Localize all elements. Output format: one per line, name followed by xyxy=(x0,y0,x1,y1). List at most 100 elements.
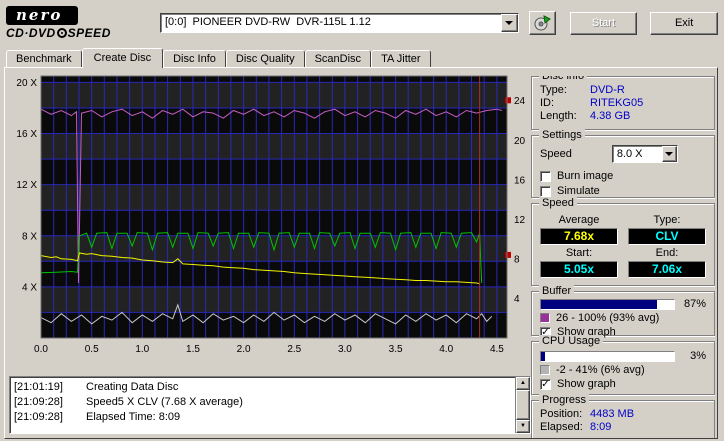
svg-text:4 X: 4 X xyxy=(22,282,37,293)
buffer-title: Buffer xyxy=(539,285,575,297)
info-value: 8:09 xyxy=(590,421,612,433)
progress-panel: Progress Position: 4483 MB Elapsed: 8:09 xyxy=(531,394,715,438)
log-line: [21:09:28] Elapsed Time: 8:09 xyxy=(14,410,513,425)
svg-text:3.5: 3.5 xyxy=(389,344,403,355)
info-value: 4483 MB xyxy=(590,408,635,420)
tab-create-disc[interactable]: Create Disc xyxy=(81,48,164,68)
start-label: Start: xyxy=(565,247,593,259)
log-text: Speed5 X CLV (7.68 X average) xyxy=(86,396,243,408)
side-panel: Disc info Type: DVD-R ID: RITEKG05 Length: 4.… xyxy=(531,76,715,438)
check-icon: ✓ xyxy=(541,379,550,390)
checkbox[interactable] xyxy=(540,186,551,197)
buffer-color-swatch xyxy=(540,313,550,323)
scrollbar-up-button[interactable]: ▲ xyxy=(516,377,530,390)
svg-text:4: 4 xyxy=(514,294,520,305)
type-label: Type: xyxy=(653,214,681,226)
svg-text:1.0: 1.0 xyxy=(135,344,149,355)
tab-disc-quality[interactable]: Disc Quality xyxy=(225,50,305,67)
cpu-color-swatch xyxy=(540,365,550,375)
speed-chart-svg: 20 X 16 X 12 X 8 X 4 X 24 20 16 12 8 4 0.0 0.5 1.0 1.5… xyxy=(16,75,526,355)
speed-type-display: CLV xyxy=(628,228,706,245)
svg-text:8 X: 8 X xyxy=(22,231,37,242)
eject-disc-button[interactable] xyxy=(528,11,556,35)
tab-scandisc[interactable]: ScanDisc xyxy=(304,50,372,67)
tab-benchmark[interactable]: Benchmark xyxy=(6,50,82,67)
end-label: End: xyxy=(655,247,679,259)
svg-text:20: 20 xyxy=(514,136,526,147)
logo-speed-text: SPEED xyxy=(67,26,111,40)
checkbox-row-burn-image[interactable]: Burn image xyxy=(540,169,706,184)
settings-title: Settings xyxy=(539,129,585,141)
chevron-down-icon xyxy=(505,21,514,29)
info-row: Elapsed: 8:09 xyxy=(540,421,706,434)
disc-tool-icon xyxy=(534,15,551,31)
chart-area: 20 X 16 X 12 X 8 X 4 X 24 20 16 12 8 4 0.0 0.5 1.0 1.5… xyxy=(7,70,537,368)
settings-checkboxes: Burn image Simulate xyxy=(540,169,706,199)
start-button[interactable]: Start xyxy=(569,11,638,35)
svg-text:24: 24 xyxy=(514,96,526,107)
cpu-usage-title: CPU Usage xyxy=(539,335,604,347)
cpu-show-graph-label: Show graph xyxy=(557,378,616,390)
speed-panel-title: Speed xyxy=(539,197,577,209)
drive-select-dropdown-button[interactable] xyxy=(500,14,518,32)
svg-text:0.0: 0.0 xyxy=(34,344,48,355)
cpu-percent: 3% xyxy=(690,350,706,362)
info-row: ID: RITEKG05 xyxy=(540,97,706,110)
info-key: Position: xyxy=(540,408,583,420)
cpu-usage-panel: CPU Usage 3% -2 - 41% (6% avg) ✓ Show gr… xyxy=(531,335,715,395)
cpu-range-label: -2 - 41% (6% avg) xyxy=(556,364,645,376)
speed-select-label: Speed xyxy=(540,148,572,160)
info-row: Length: 4.38 GB xyxy=(540,110,706,123)
info-row: Type: DVD-R xyxy=(540,84,706,97)
progress-rows: Position: 4483 MB Elapsed: 8:09 xyxy=(532,401,714,437)
info-key: ID: xyxy=(540,97,555,109)
scrollbar-thumb[interactable] xyxy=(516,390,530,420)
log-text: Creating Data Disc xyxy=(86,381,179,393)
cpu-progress-bar xyxy=(540,350,675,362)
speed-select-value: 8.0 X xyxy=(616,148,643,160)
log-box: [21:01:19] Creating Data Disc [21:09:28] Sp… xyxy=(9,376,531,434)
buffer-progress-bar xyxy=(540,298,675,310)
logo-cd-dvd-text: CD·DVD xyxy=(6,26,56,40)
tab-bar: Benchmark Create Disc Disc Info Disc Qualit… xyxy=(6,47,431,68)
progress-title: Progress xyxy=(539,394,590,406)
speed-select-dropdown-button[interactable] xyxy=(661,146,677,162)
drive-select[interactable]: [0:0] PIONEER DVD-RW DVR-115L 1.12 xyxy=(160,13,519,33)
log-timestamp: [21:01:19] xyxy=(14,381,63,393)
cpu-show-graph-checkbox[interactable]: ✓ xyxy=(540,379,551,390)
svg-text:12 X: 12 X xyxy=(16,180,37,191)
disc-info-panel: Disc info Type: DVD-R ID: RITEKG05 Length: 4.… xyxy=(531,76,715,130)
tab-ta-jitter[interactable]: TA Jitter xyxy=(371,50,431,67)
cd-dvd-speed-wordmark: CD·DVD SPEED xyxy=(6,26,128,40)
log-timestamp: [21:09:28] xyxy=(14,411,63,423)
svg-text:20 X: 20 X xyxy=(16,78,37,89)
log-line: [21:09:28] Speed5 X CLV (7.68 X average) xyxy=(14,395,513,410)
log-scrollbar[interactable]: ▲ ▼ xyxy=(515,377,530,433)
log-line: [21:01:19] Creating Data Disc xyxy=(14,380,513,395)
cpu-show-graph[interactable]: ✓ Show graph xyxy=(540,377,706,392)
svg-text:1.5: 1.5 xyxy=(186,344,200,355)
info-key: Elapsed: xyxy=(540,421,583,433)
disc-info-title: Disc info xyxy=(539,76,588,82)
svg-text:8: 8 xyxy=(514,254,520,265)
start-speed-display: 5.05x xyxy=(540,261,618,278)
disc-icon xyxy=(56,28,67,38)
svg-text:2.0: 2.0 xyxy=(237,344,251,355)
exit-button[interactable]: Exit xyxy=(650,11,719,35)
speed-panel: Speed Average Type: 7.68x CLV Start: End… xyxy=(531,197,715,286)
info-value: DVD-R xyxy=(590,84,625,96)
tab-disc-info[interactable]: Disc Info xyxy=(163,50,226,67)
drive-select-value: [0:0] PIONEER DVD-RW DVR-115L 1.12 xyxy=(165,16,371,28)
info-key: Type: xyxy=(540,84,567,96)
nero-logo: nero CD·DVD SPEED xyxy=(6,6,128,40)
svg-text:16: 16 xyxy=(514,175,526,186)
log-timestamp: [21:09:28] xyxy=(14,396,63,408)
checkbox[interactable] xyxy=(540,171,551,182)
buffer-range-label: 26 - 100% (93% avg) xyxy=(556,312,660,324)
end-speed-display: 7.06x xyxy=(628,261,706,278)
scrollbar-down-button[interactable]: ▼ xyxy=(516,420,530,433)
average-speed-display: 7.68x xyxy=(540,228,618,245)
speed-select[interactable]: 8.0 X xyxy=(611,145,678,163)
svg-text:4.0: 4.0 xyxy=(439,344,453,355)
info-key: Length: xyxy=(540,110,577,122)
